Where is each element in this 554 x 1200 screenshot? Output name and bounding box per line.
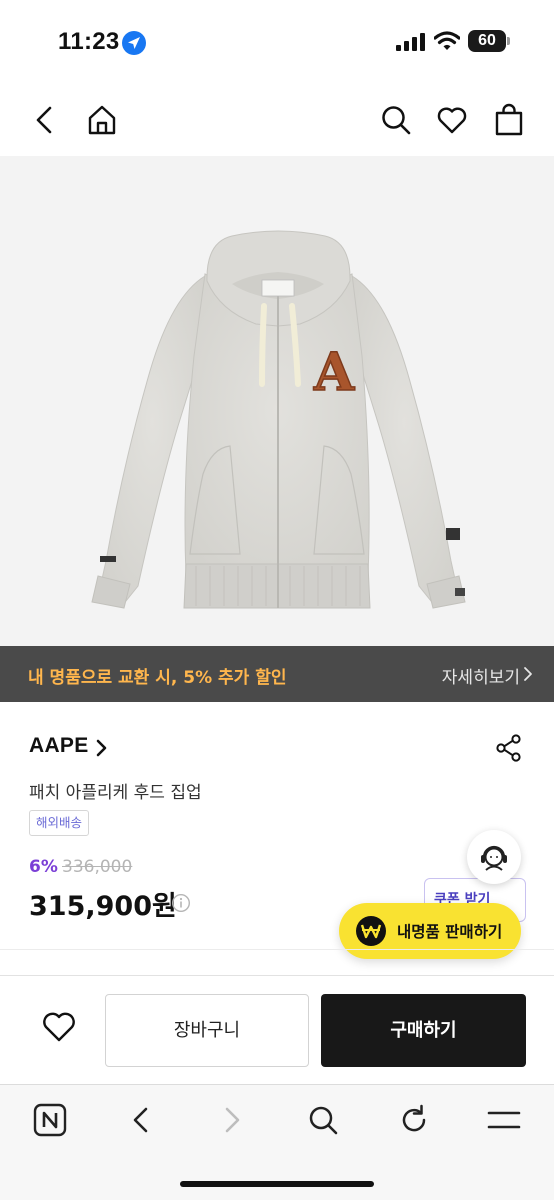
brand-link[interactable]: AAPE <box>29 734 107 764</box>
status-time: 11:23 <box>58 28 120 55</box>
promo-text: 내 명품으로 교환 시, 5% 추가 할인 <box>28 668 287 688</box>
chevron-right-icon <box>524 667 532 681</box>
add-to-cart-button[interactable]: 장바구니 <box>105 994 309 1067</box>
brand-name: AAPE <box>29 734 89 757</box>
heart-icon[interactable] <box>434 102 470 138</box>
info-icon[interactable] <box>171 893 191 913</box>
headset-agent-icon <box>481 845 507 871</box>
sell-my-item-button[interactable]: 내명품 판매하기 <box>339 903 521 959</box>
chevron-right-icon <box>96 739 107 757</box>
shipping-badge: 해외배송 <box>29 810 90 836</box>
hoodie-image: A <box>91 230 466 609</box>
menu-icon[interactable] <box>486 1102 522 1138</box>
purchase-action-bar: 장바구니 구매하기 <box>0 976 554 1084</box>
product-image[interactable]: A <box>0 156 554 646</box>
promo-banner[interactable]: 내 명품으로 교환 시, 5% 추가 할인 자세히보기 <box>0 646 554 702</box>
promo-detail-link[interactable]: 자세히보기 <box>442 663 520 688</box>
product-name: 패치 아플리케 후드 집업 <box>29 783 202 803</box>
won-coin-icon <box>356 916 386 946</box>
home-icon[interactable] <box>84 102 120 138</box>
wishlist-heart-icon[interactable] <box>40 1008 78 1044</box>
search-icon[interactable] <box>378 102 414 138</box>
patch-letter: A <box>313 342 355 403</box>
refresh-icon[interactable] <box>396 1102 432 1138</box>
customer-support-button[interactable] <box>467 830 521 884</box>
battery-icon: 60 <box>468 30 510 52</box>
wifi-icon <box>434 31 460 50</box>
status-bar: 11:23 60 <box>0 0 554 84</box>
nav-header <box>0 88 554 154</box>
browser-back-icon[interactable] <box>123 1102 159 1138</box>
battery-level: 60 <box>468 30 506 52</box>
buy-now-button[interactable]: 구매하기 <box>321 994 526 1067</box>
signal-icon <box>396 33 425 51</box>
location-arrow-icon <box>122 31 146 55</box>
naver-n-icon[interactable] <box>32 1102 68 1138</box>
discount-rate: 6% <box>29 857 58 877</box>
browser-forward-icon[interactable] <box>214 1102 250 1138</box>
sale-price: 315,900원 <box>29 891 177 922</box>
browser-search-icon[interactable] <box>305 1102 341 1138</box>
sell-label: 내명품 판매하기 <box>397 923 503 941</box>
divider <box>0 949 554 950</box>
share-icon[interactable] <box>494 733 524 763</box>
shopping-bag-icon[interactable] <box>491 102 527 138</box>
home-indicator <box>180 1181 374 1187</box>
original-price: 336,000 <box>62 857 133 877</box>
back-icon[interactable] <box>27 102 63 138</box>
browser-toolbar <box>0 1084 554 1200</box>
